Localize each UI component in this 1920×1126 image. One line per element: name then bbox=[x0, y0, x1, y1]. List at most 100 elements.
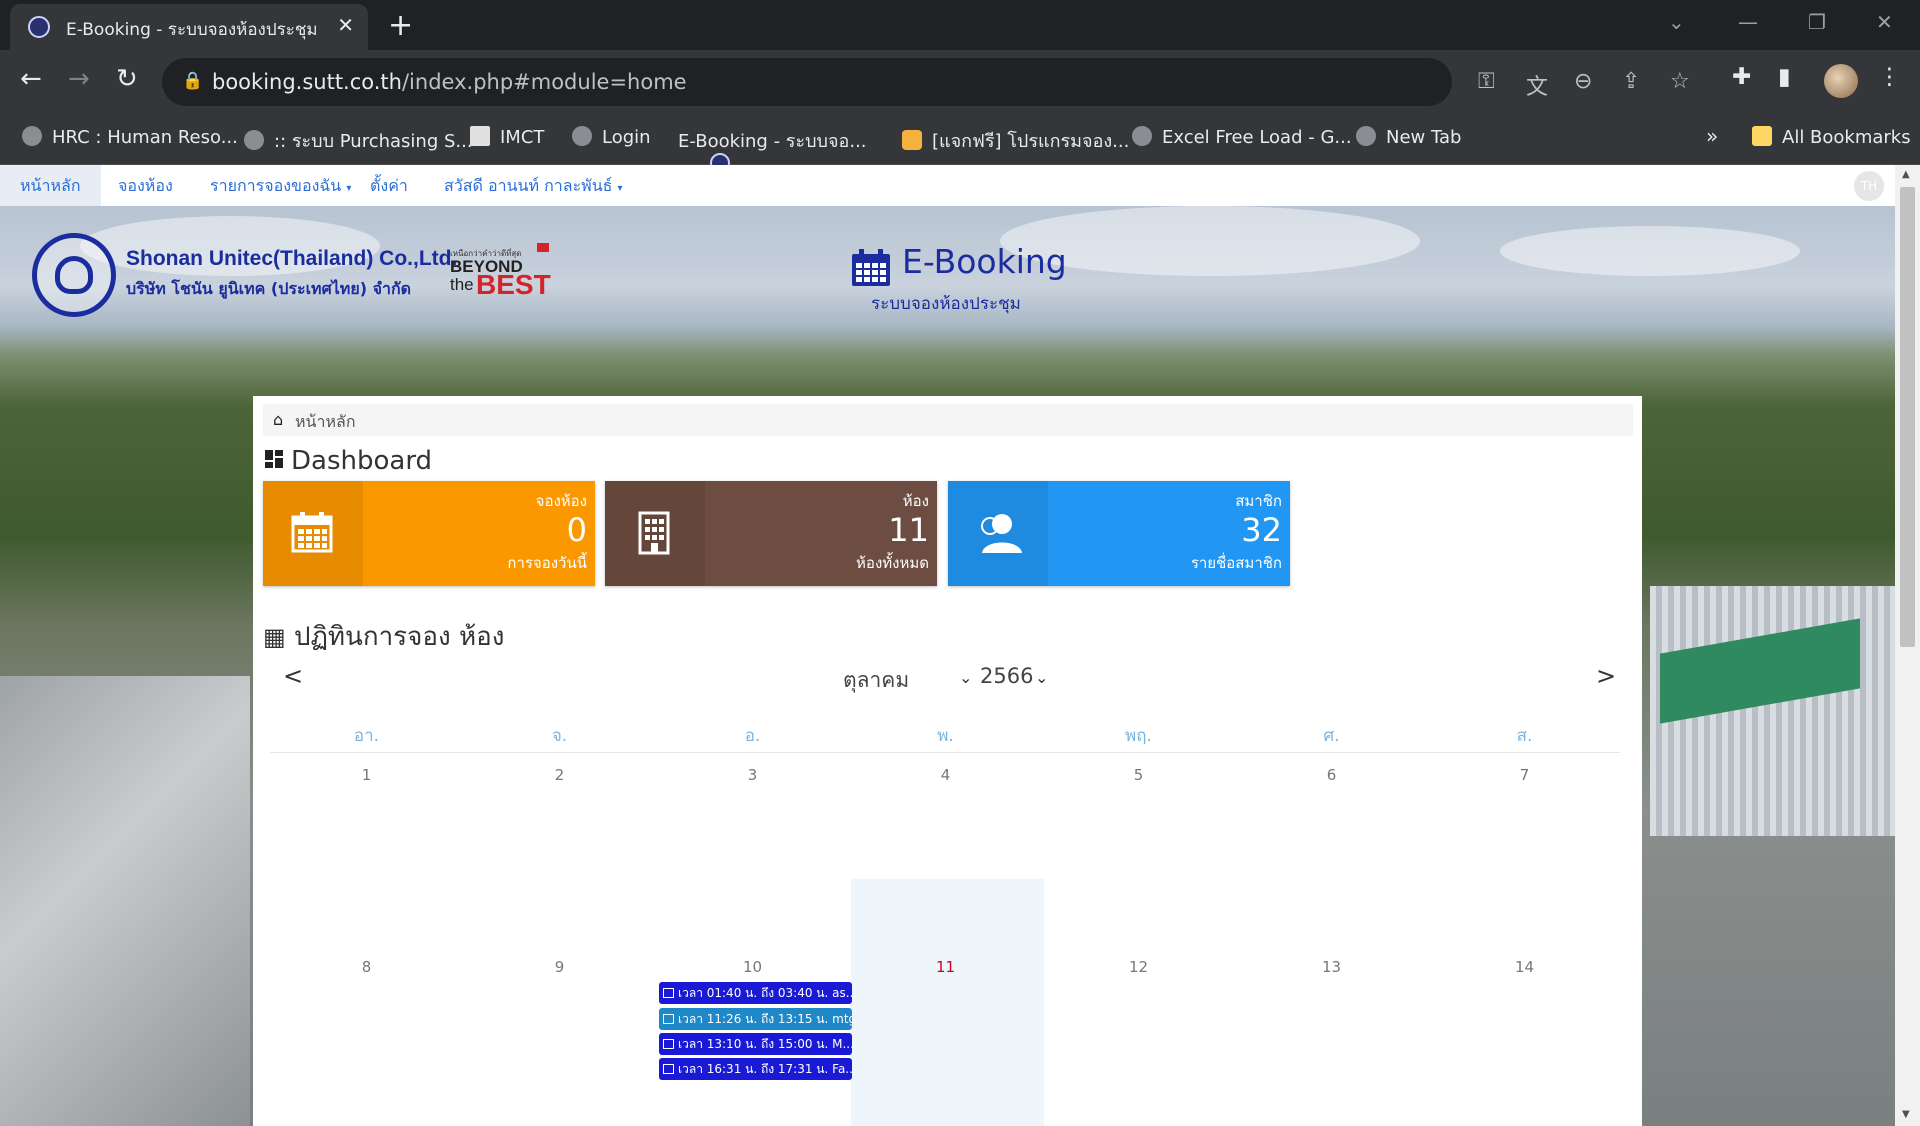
url-path: /index.php#module=home bbox=[401, 70, 687, 94]
globe-icon bbox=[1356, 126, 1376, 146]
close-window-icon[interactable]: ✕ bbox=[1876, 10, 1893, 34]
card-members[interactable]: สมาชิก 32 รายชื่อสมาชิก bbox=[948, 481, 1290, 586]
minimize-icon[interactable]: — bbox=[1738, 10, 1758, 34]
card-icon-box bbox=[263, 481, 363, 586]
folder-icon bbox=[1752, 126, 1772, 146]
month-select[interactable]: ตุลาคม bbox=[843, 664, 973, 697]
close-tab-icon[interactable]: ✕ bbox=[337, 13, 354, 37]
new-tab-icon[interactable]: + bbox=[388, 8, 413, 43]
bookmark-imct[interactable]: IMCT bbox=[470, 126, 544, 148]
calendar-day[interactable]: 7 bbox=[1428, 766, 1621, 784]
calendar-day[interactable]: 8 bbox=[270, 958, 463, 976]
chevron-down-icon[interactable]: ⌄ bbox=[959, 668, 972, 687]
star-icon[interactable]: ☆ bbox=[1670, 69, 1690, 94]
prev-month-button[interactable]: < bbox=[283, 662, 303, 690]
nav-book-room[interactable]: จองห้อง bbox=[118, 174, 173, 199]
card-sub: รายชื่อสมาชิก bbox=[1190, 554, 1282, 572]
user-icon bbox=[981, 514, 1022, 553]
url-host: booking.sutt.co.th bbox=[212, 70, 402, 94]
calendar-icon bbox=[663, 1039, 674, 1049]
key-icon[interactable]: ⚿ bbox=[1478, 69, 1495, 94]
back-icon[interactable]: ← bbox=[20, 64, 42, 94]
weekday-thu: พฤ. bbox=[1125, 726, 1152, 746]
nav-home[interactable]: หน้าหลัก bbox=[0, 165, 101, 206]
calendar-day[interactable]: 5 bbox=[1042, 766, 1235, 784]
bookmark-hrc[interactable]: HRC : Human Reso... bbox=[22, 126, 238, 148]
nav-user-menu[interactable]: สวัสดี อานนท์ กาละพันธ์ ▾ bbox=[444, 174, 623, 199]
year-select[interactable]: 2566 bbox=[980, 664, 1033, 688]
card-value: 0 bbox=[566, 511, 587, 549]
page-scrollbar[interactable]: ▲ ▼ bbox=[1895, 165, 1920, 1126]
lock-icon[interactable]: 🔒 bbox=[182, 71, 203, 91]
calendar-day[interactable]: 4 bbox=[849, 766, 1042, 784]
share-icon[interactable]: ⇪ bbox=[1622, 69, 1640, 94]
home-icon[interactable]: ⌂ bbox=[273, 410, 283, 429]
reload-icon[interactable]: ↻ bbox=[116, 64, 138, 94]
scrollbar-thumb[interactable] bbox=[1900, 187, 1915, 647]
tab-strip: E-Booking - ระบบจองห้องประชุม ✕ + ⌄ — ❐ … bbox=[0, 0, 1920, 50]
calendar-day[interactable]: 10 bbox=[656, 958, 849, 976]
calendar-event[interactable]: เวลา 16:31 น. ถึง 17:31 น. Fa... bbox=[659, 1058, 852, 1080]
calendar-day[interactable]: 1 bbox=[270, 766, 463, 784]
bookmark-purchasing[interactable]: :: ระบบ Purchasing S... bbox=[244, 126, 473, 155]
card-rooms[interactable]: ห้อง 11 ห้องทั้งหมด bbox=[605, 481, 937, 586]
calendar-day[interactable]: 6 bbox=[1235, 766, 1428, 784]
more-bookmarks-icon[interactable]: » bbox=[1706, 124, 1718, 148]
app-icon bbox=[902, 130, 922, 150]
breadcrumb-home[interactable]: หน้าหลัก bbox=[295, 410, 356, 435]
slogan-the: the bbox=[450, 275, 474, 294]
nav-settings[interactable]: ตั้งค่า bbox=[370, 174, 408, 199]
app-title: E-Booking bbox=[902, 242, 1067, 281]
browser-tab[interactable]: E-Booking - ระบบจองห้องประชุม ✕ bbox=[10, 4, 368, 50]
calendar-event[interactable]: เวลา 01:40 น. ถึง 03:40 น. as... bbox=[659, 982, 852, 1004]
restore-icon[interactable]: ❐ bbox=[1808, 10, 1826, 34]
calendar-day-today[interactable]: 11 bbox=[849, 958, 1042, 976]
dashboard-icon bbox=[265, 450, 283, 468]
document-icon bbox=[470, 126, 490, 146]
bookmark-ebooking[interactable]: E-Booking - ระบบจอ... bbox=[678, 126, 867, 173]
calendar-day[interactable]: 14 bbox=[1428, 958, 1621, 976]
extensions-icon[interactable]: ✚ bbox=[1732, 64, 1751, 90]
chevron-down-icon[interactable]: ⌄ bbox=[1035, 668, 1048, 687]
scroll-up-icon[interactable]: ▲ bbox=[1902, 169, 1910, 180]
all-bookmarks[interactable]: All Bookmarks bbox=[1752, 126, 1911, 148]
url-text[interactable]: booking.sutt.co.th/index.php#module=home bbox=[212, 70, 687, 94]
side-panel-icon[interactable]: ▮ bbox=[1778, 64, 1791, 90]
calendar-day[interactable]: 2 bbox=[463, 766, 656, 784]
calendar-day[interactable]: 9 bbox=[463, 958, 656, 976]
calendar-event[interactable]: เวลา 13:10 น. ถึง 15:00 น. M... bbox=[659, 1033, 852, 1055]
user-avatar[interactable]: TH bbox=[1854, 171, 1884, 201]
user-greeting: สวัสดี อานนท์ กาละพันธ์ bbox=[444, 176, 613, 195]
event-text: เวลา 11:26 น. ถึง 13:15 น. mtg bbox=[678, 1012, 852, 1026]
nav-my-bookings[interactable]: รายการจองของฉัน ▾ bbox=[210, 174, 351, 199]
calendar-title: ปฏิทินการจอง ห้อง bbox=[293, 622, 505, 652]
tab-search-icon[interactable]: ⌄ bbox=[1668, 10, 1685, 34]
translate-icon[interactable]: 文 bbox=[1526, 69, 1548, 101]
bookmark-label: Excel Free Load - G... bbox=[1162, 127, 1352, 148]
breadcrumb: ⌂ หน้าหลัก bbox=[263, 404, 1633, 436]
address-bar[interactable]: 🔒 booking.sutt.co.th/index.php#module=ho… bbox=[162, 58, 1690, 106]
bookmark-label: IMCT bbox=[500, 127, 545, 148]
bookmark-label: New Tab bbox=[1386, 127, 1462, 148]
next-month-button[interactable]: > bbox=[1596, 662, 1616, 690]
globe-icon bbox=[572, 126, 592, 146]
card-sub: การจองวันนี้ bbox=[507, 554, 587, 572]
calendar-event[interactable]: เวลา 11:26 น. ถึง 13:15 น. mtg bbox=[659, 1008, 852, 1030]
calendar-day[interactable]: 3 bbox=[656, 766, 849, 784]
card-bookings-today[interactable]: จองห้อง 0 การจองวันนี้ bbox=[263, 481, 595, 586]
bookmark-login[interactable]: Login bbox=[572, 126, 651, 148]
forward-icon[interactable]: → bbox=[68, 64, 90, 94]
menu-icon[interactable]: ⋮ bbox=[1878, 64, 1901, 90]
calendar-day[interactable]: 12 bbox=[1042, 958, 1235, 976]
bookmark-excel[interactable]: Excel Free Load - G... bbox=[1132, 126, 1352, 148]
calendar-day[interactable]: 13 bbox=[1235, 958, 1428, 976]
company-name-en: Shonan Unitec(Thailand) Co.,Ltd. bbox=[126, 247, 458, 270]
bookmark-free-program[interactable]: [แจกฟรี] โปรแกรมจอง... bbox=[902, 126, 1129, 155]
top-navigation: หน้าหลัก จองห้อง รายการจองของฉัน ▾ ตั้งค… bbox=[0, 165, 1895, 207]
zoom-out-icon[interactable]: ⊖ bbox=[1574, 69, 1592, 94]
weekday-fri: ศ. bbox=[1323, 726, 1340, 746]
profile-avatar[interactable] bbox=[1824, 64, 1858, 98]
bookmark-new-tab[interactable]: New Tab bbox=[1356, 126, 1461, 148]
scroll-down-icon[interactable]: ▼ bbox=[1902, 1109, 1910, 1120]
slogan-best: BEST bbox=[476, 269, 551, 300]
